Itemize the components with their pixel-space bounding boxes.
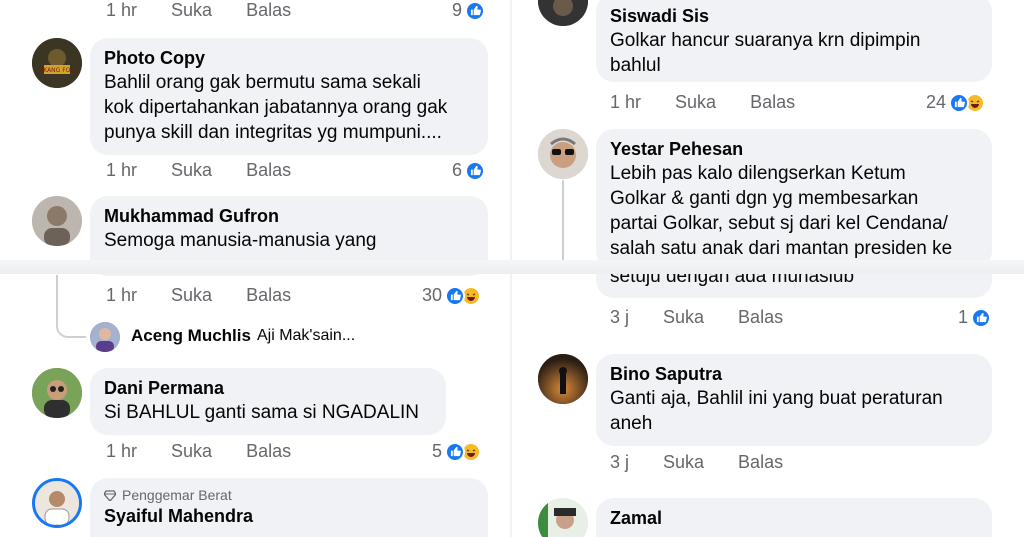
comment-actions: 1 hr Suka Balas [106,160,325,181]
time-label: 3 j [610,452,630,472]
comment-text-line: Lebih pas kalo dilengserkan Ketum [610,163,906,184]
badge-label: Penggemar Berat [122,487,232,503]
reaction-count: 30 [422,285,443,305]
comment-text-line: Bahlil orang gak bermutu sama sekali [104,72,421,93]
avatar[interactable] [90,322,120,352]
like-icon [971,307,992,328]
like-link[interactable]: Suka [171,441,212,462]
time-label: 1 hr [106,0,138,20]
comment-author[interactable]: Syaiful Mahendra [104,504,474,528]
comment-text-line: Golkar hancur suaranya krn dipimpin [610,30,921,51]
gem-icon [104,489,116,501]
comment-author[interactable]: Zamal [610,506,978,530]
reaction-count: 5 [432,441,443,461]
like-icon [949,92,970,113]
comment-author[interactable]: Photo Copy [104,46,474,70]
reaction-summary[interactable]: 5 [432,441,482,462]
comment-text-line: punya skill dan integritas yg mumpuni...… [104,122,442,143]
time-label: 1 hr [106,441,138,461]
reply-link[interactable]: Balas [246,285,291,306]
comment-text-line: Semoga manusia-manusia yang [104,230,377,251]
avatar[interactable] [538,0,588,26]
reaction-count: 24 [926,92,947,112]
comment-bubble: Dani Permana Si BAHLUL ganti sama si NGA… [90,368,446,435]
comment-text-line: kok dipertahankan jabatannya orang gak [104,97,448,118]
like-icon [445,285,466,306]
reply-link[interactable]: Balas [738,452,783,473]
screenshot-seam [0,260,1024,274]
reply-preview[interactable]: Aceng Muchlis Aji Mak'sain... [131,326,355,346]
reply-connector [56,312,86,338]
like-link[interactable]: Suka [663,452,704,473]
reply-author: Aceng Muchlis [131,326,251,345]
like-link[interactable]: Suka [171,285,212,306]
time-label: 1 hr [106,285,138,305]
reply-link[interactable]: Balas [246,441,291,462]
avatar[interactable] [538,498,588,537]
comment-author[interactable]: Mukhammad Gufron [104,204,474,228]
reaction-count: 1 [958,307,969,327]
reaction-summary[interactable]: 24 [926,92,986,113]
avatar[interactable] [32,368,82,418]
comment-bubble: Photo Copy Bahlil orang gak bermutu sama… [90,38,488,155]
like-link[interactable]: Suka [675,92,716,113]
time-label: 3 j [610,307,630,327]
reaction-count: 9 [452,0,463,20]
avatar[interactable] [32,478,82,528]
like-link[interactable]: Suka [171,0,212,21]
like-icon [465,0,486,21]
comment-author[interactable]: Yestar Pehesan [610,137,978,161]
reply-text: Aji Mak'sain... [256,327,356,344]
comment-bubble: Zamal [596,498,992,537]
avatar[interactable]: TUKANG FOTO [32,38,82,88]
avatar[interactable] [538,129,588,179]
reaction-summary[interactable]: 1 [958,307,992,328]
comment-text-line: Golkar & ganti dgn yg membesarkan [610,188,919,209]
fan-badge: Penggemar Berat [104,486,474,504]
comment-bubble: Yestar Pehesan Lebih pas kalo dilengserk… [596,129,992,269]
comment-actions: 1 hr Suka Balas [106,285,325,306]
comment-author[interactable]: Dani Permana [104,376,432,400]
comment-text-line: salah satu anak dari mantan presiden ke [610,238,953,259]
time-label: 1 hr [106,160,138,180]
comment-actions: 3 j Suka Balas [610,452,817,473]
comment-author[interactable]: Bino Saputra [610,362,978,386]
comment-actions: 1 hr Suka Balas [106,0,325,21]
comment-actions: 1 hr Suka Balas [610,92,829,113]
reaction-summary[interactable]: 9 [452,0,486,21]
comment-text-line: Ganti aja, Bahlil ini yang buat peratura… [610,388,943,409]
comment-text-line: Si BAHLUL ganti sama si NGADALIN [104,402,420,423]
comment-actions: 3 j Suka Balas [610,307,817,328]
thread-line [56,275,58,315]
reply-link[interactable]: Balas [750,92,795,113]
reply-link[interactable]: Balas [246,160,291,181]
reaction-summary[interactable]: 30 [422,285,482,306]
comment-bubble: Siswadi Sis Golkar hancur suaranya krn d… [596,0,992,82]
avatar[interactable] [538,354,588,404]
comment-text-line: aneh [610,413,653,434]
comment-bubble: Penggemar Berat Syaiful Mahendra [90,478,488,537]
time-label: 1 hr [610,92,642,112]
comment-bubble: Bino Saputra Ganti aja, Bahlil ini yang … [596,354,992,446]
comment-actions: 1 hr Suka Balas [106,441,325,462]
like-icon [445,441,466,462]
comment-text-line: bahlul [610,55,661,76]
avatar[interactable] [32,196,82,246]
reply-link[interactable]: Balas [738,307,783,328]
avatar-logo-text: TUKANG FOTO [34,67,79,74]
comment-author[interactable]: Siswadi Sis [610,4,978,28]
reaction-summary[interactable]: 6 [452,160,486,181]
reaction-count: 6 [452,160,463,180]
like-link[interactable]: Suka [171,160,212,181]
like-link[interactable]: Suka [663,307,704,328]
comment-text-line: partai Golkar, sebut sj dari kel Cendana… [610,213,948,234]
reply-link[interactable]: Balas [246,0,291,21]
thread-line [562,180,564,260]
like-icon [465,160,486,181]
